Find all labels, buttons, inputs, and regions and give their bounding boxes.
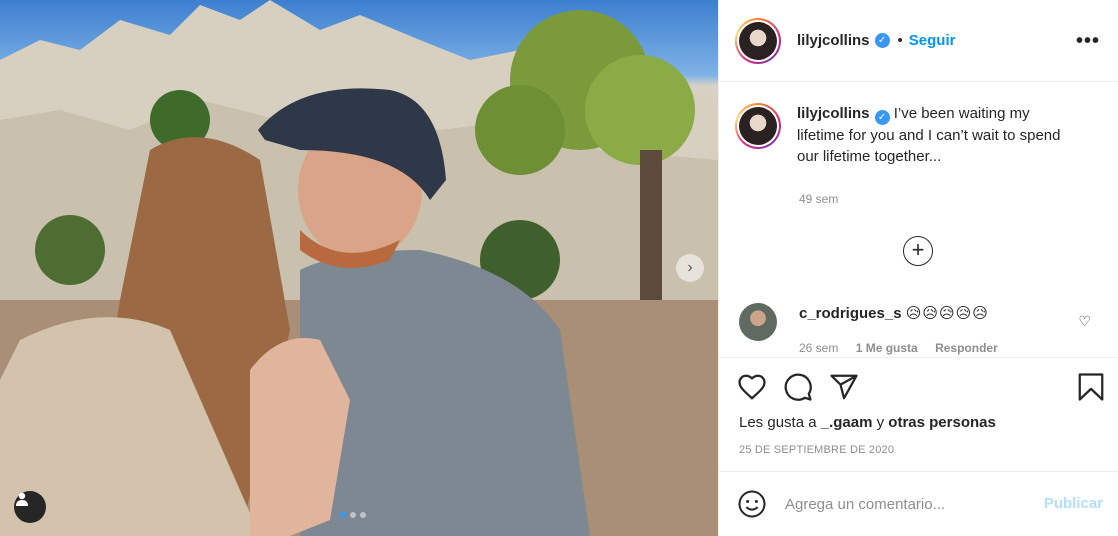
caption-text-block: lilyjcollins ✓ I’ve been waiting my lifet…: [797, 103, 1067, 167]
post-actions: Les gusta a _.gaam y otras personas 25 D…: [719, 357, 1118, 471]
comment-input[interactable]: [785, 495, 1015, 513]
user-icon: [16, 492, 28, 506]
share-paper-plane-icon[interactable]: [829, 372, 859, 402]
comment-username[interactable]: c_rodrigues_s: [799, 305, 902, 322]
save-bookmark-button[interactable]: [1077, 372, 1105, 402]
instagram-post-view: › lilyjcollins ✓ • Seguir ••• lilyjcolli…: [0, 0, 1118, 536]
caption-timestamp[interactable]: 49 sem: [799, 192, 838, 206]
tagged-users-button[interactable]: [14, 491, 46, 523]
post-side-panel: lilyjcollins ✓ • Seguir ••• lilyjcollins…: [718, 0, 1118, 536]
comment-body: c_rodrigues_s 😥😥😥😥😥: [799, 303, 989, 341]
action-icons: [737, 372, 859, 402]
comments-list[interactable]: lilyjcollins ✓ I’ve been waiting my lifet…: [719, 83, 1118, 357]
bookmark-icon: [1078, 373, 1104, 401]
carousel-dot: [350, 512, 356, 518]
comment-avatar[interactable]: [739, 303, 777, 341]
comment-likes[interactable]: 1 Me gusta: [856, 341, 918, 355]
author-avatar[interactable]: [735, 17, 781, 64]
like-heart-icon[interactable]: [737, 372, 767, 402]
likes-others-link[interactable]: otras personas: [888, 414, 996, 431]
likes-prefix: Les gusta a: [739, 414, 821, 431]
verified-badge-icon: ✓: [874, 110, 890, 125]
comment-reply-button[interactable]: Responder: [935, 341, 998, 355]
emoji-smiley-icon[interactable]: [737, 489, 767, 519]
like-comment-heart-icon[interactable]: ♡: [1078, 313, 1091, 330]
add-comment-bar: Publicar: [719, 471, 1118, 536]
post-header: lilyjcollins ✓ • Seguir •••: [719, 0, 1118, 82]
verified-badge-icon: ✓: [874, 33, 890, 48]
likes-mid: y: [872, 414, 889, 431]
post-photo[interactable]: ›: [0, 0, 718, 536]
carousel-next-button[interactable]: ›: [676, 254, 704, 282]
more-options-icon[interactable]: •••: [1076, 30, 1100, 53]
caption-author-avatar[interactable]: [735, 103, 781, 149]
header-separator: •: [897, 32, 903, 49]
carousel-dot-active: [340, 512, 346, 518]
author-username[interactable]: lilyjcollins: [797, 32, 870, 49]
carousel-dots: [340, 512, 366, 518]
load-more-comments-icon[interactable]: +: [903, 236, 933, 266]
comment-bubble-icon[interactable]: [783, 372, 813, 402]
caption-author[interactable]: lilyjcollins: [797, 105, 870, 122]
comment-time[interactable]: 26 sem: [799, 341, 838, 355]
likes-user-link[interactable]: _.gaam: [821, 414, 873, 431]
post-date[interactable]: 25 DE SEPTIEMBRE DE 2020: [739, 444, 894, 456]
comment-meta: 26 sem 1 Me gusta Responder: [799, 341, 998, 355]
likes-summary: Les gusta a _.gaam y otras personas: [739, 414, 996, 431]
follow-button[interactable]: Seguir: [909, 32, 956, 49]
caption: lilyjcollins ✓ I’ve been waiting my lifet…: [735, 103, 1067, 167]
carousel-dot: [360, 512, 366, 518]
comment-item: c_rodrigues_s 😥😥😥😥😥: [739, 303, 989, 341]
comment-text: 😥😥😥😥😥: [905, 305, 989, 322]
publish-button[interactable]: Publicar: [1044, 495, 1103, 512]
photo-illustration: [0, 0, 718, 536]
